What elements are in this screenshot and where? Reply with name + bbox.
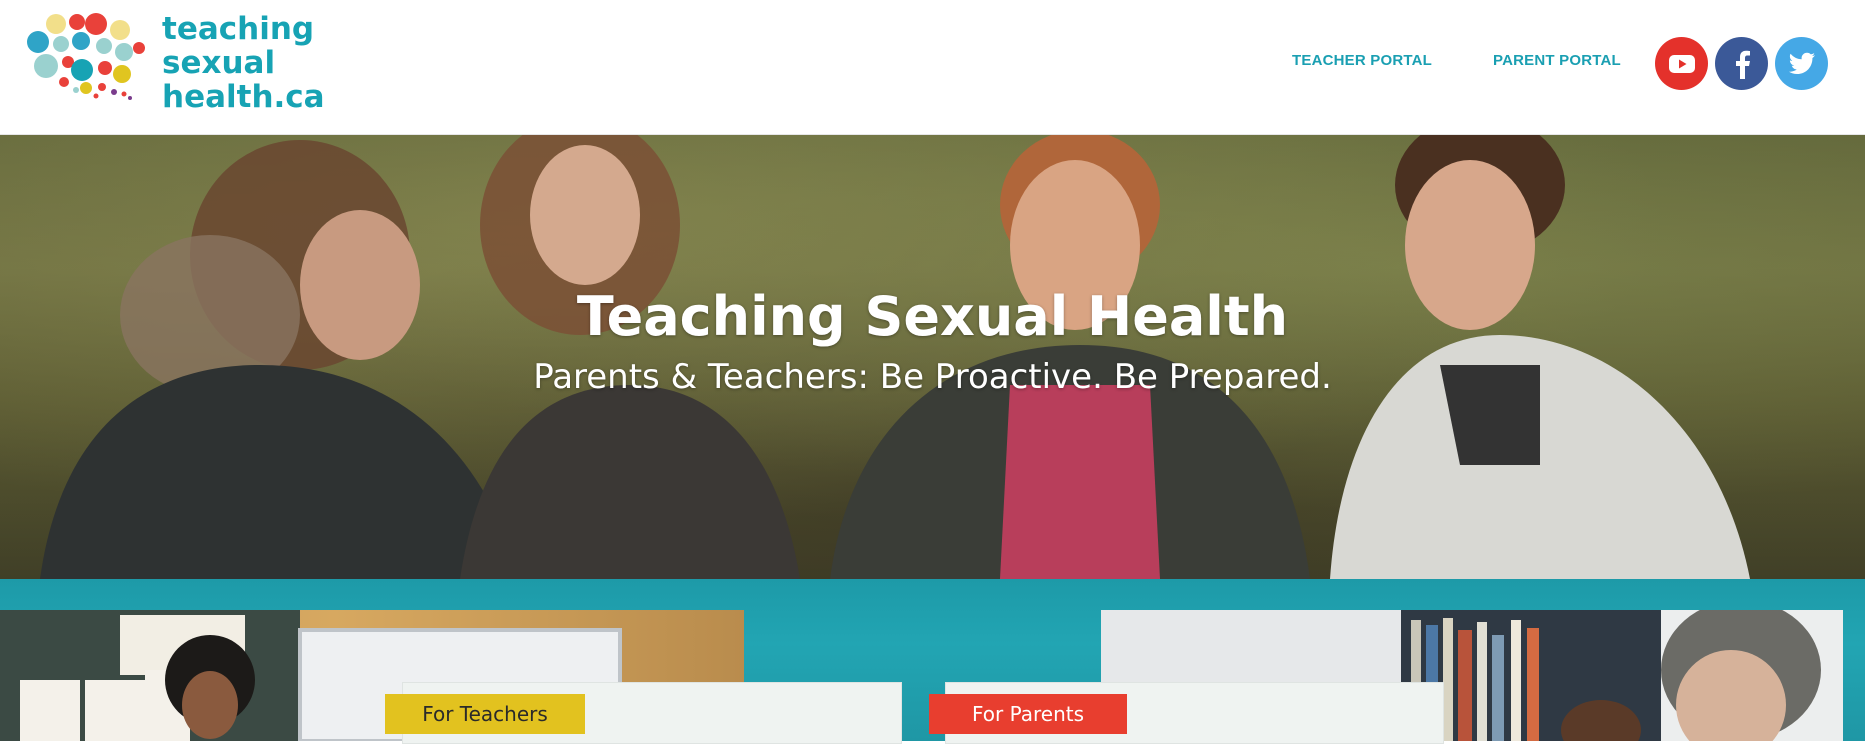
- facebook-button[interactable]: [1715, 37, 1768, 90]
- twitter-icon: [1788, 52, 1815, 74]
- hero-subtitle: Parents & Teachers: Be Proactive. Be Pre…: [533, 357, 1332, 397]
- logo-line-2: sexual: [162, 45, 276, 81]
- youtube-icon: [1668, 54, 1695, 73]
- logo-wordmark: teaching sexual health.ca: [162, 12, 325, 114]
- youtube-button[interactable]: [1655, 37, 1708, 90]
- nav-parent-portal[interactable]: PARENT PORTAL: [1493, 52, 1621, 69]
- for-teachers-button[interactable]: For Teachers: [385, 694, 585, 734]
- site-logo[interactable]: teaching sexual health.ca: [26, 10, 326, 114]
- hero-banner: Teaching Sexual Health Parents & Teacher…: [0, 135, 1865, 579]
- nav-teacher-portal[interactable]: TEACHER PORTAL: [1292, 52, 1432, 69]
- for-parents-button[interactable]: For Parents: [929, 694, 1127, 734]
- logo-line-3: health.ca: [162, 79, 325, 115]
- facebook-icon: [1735, 50, 1750, 79]
- logo-dots-icon: [27, 13, 145, 100]
- twitter-button[interactable]: [1775, 37, 1828, 90]
- logo-line-1: teaching: [162, 11, 315, 47]
- hero-title: Teaching Sexual Health: [576, 285, 1289, 348]
- site-header: teaching sexual health.ca TEACHER PORTAL…: [0, 0, 1865, 135]
